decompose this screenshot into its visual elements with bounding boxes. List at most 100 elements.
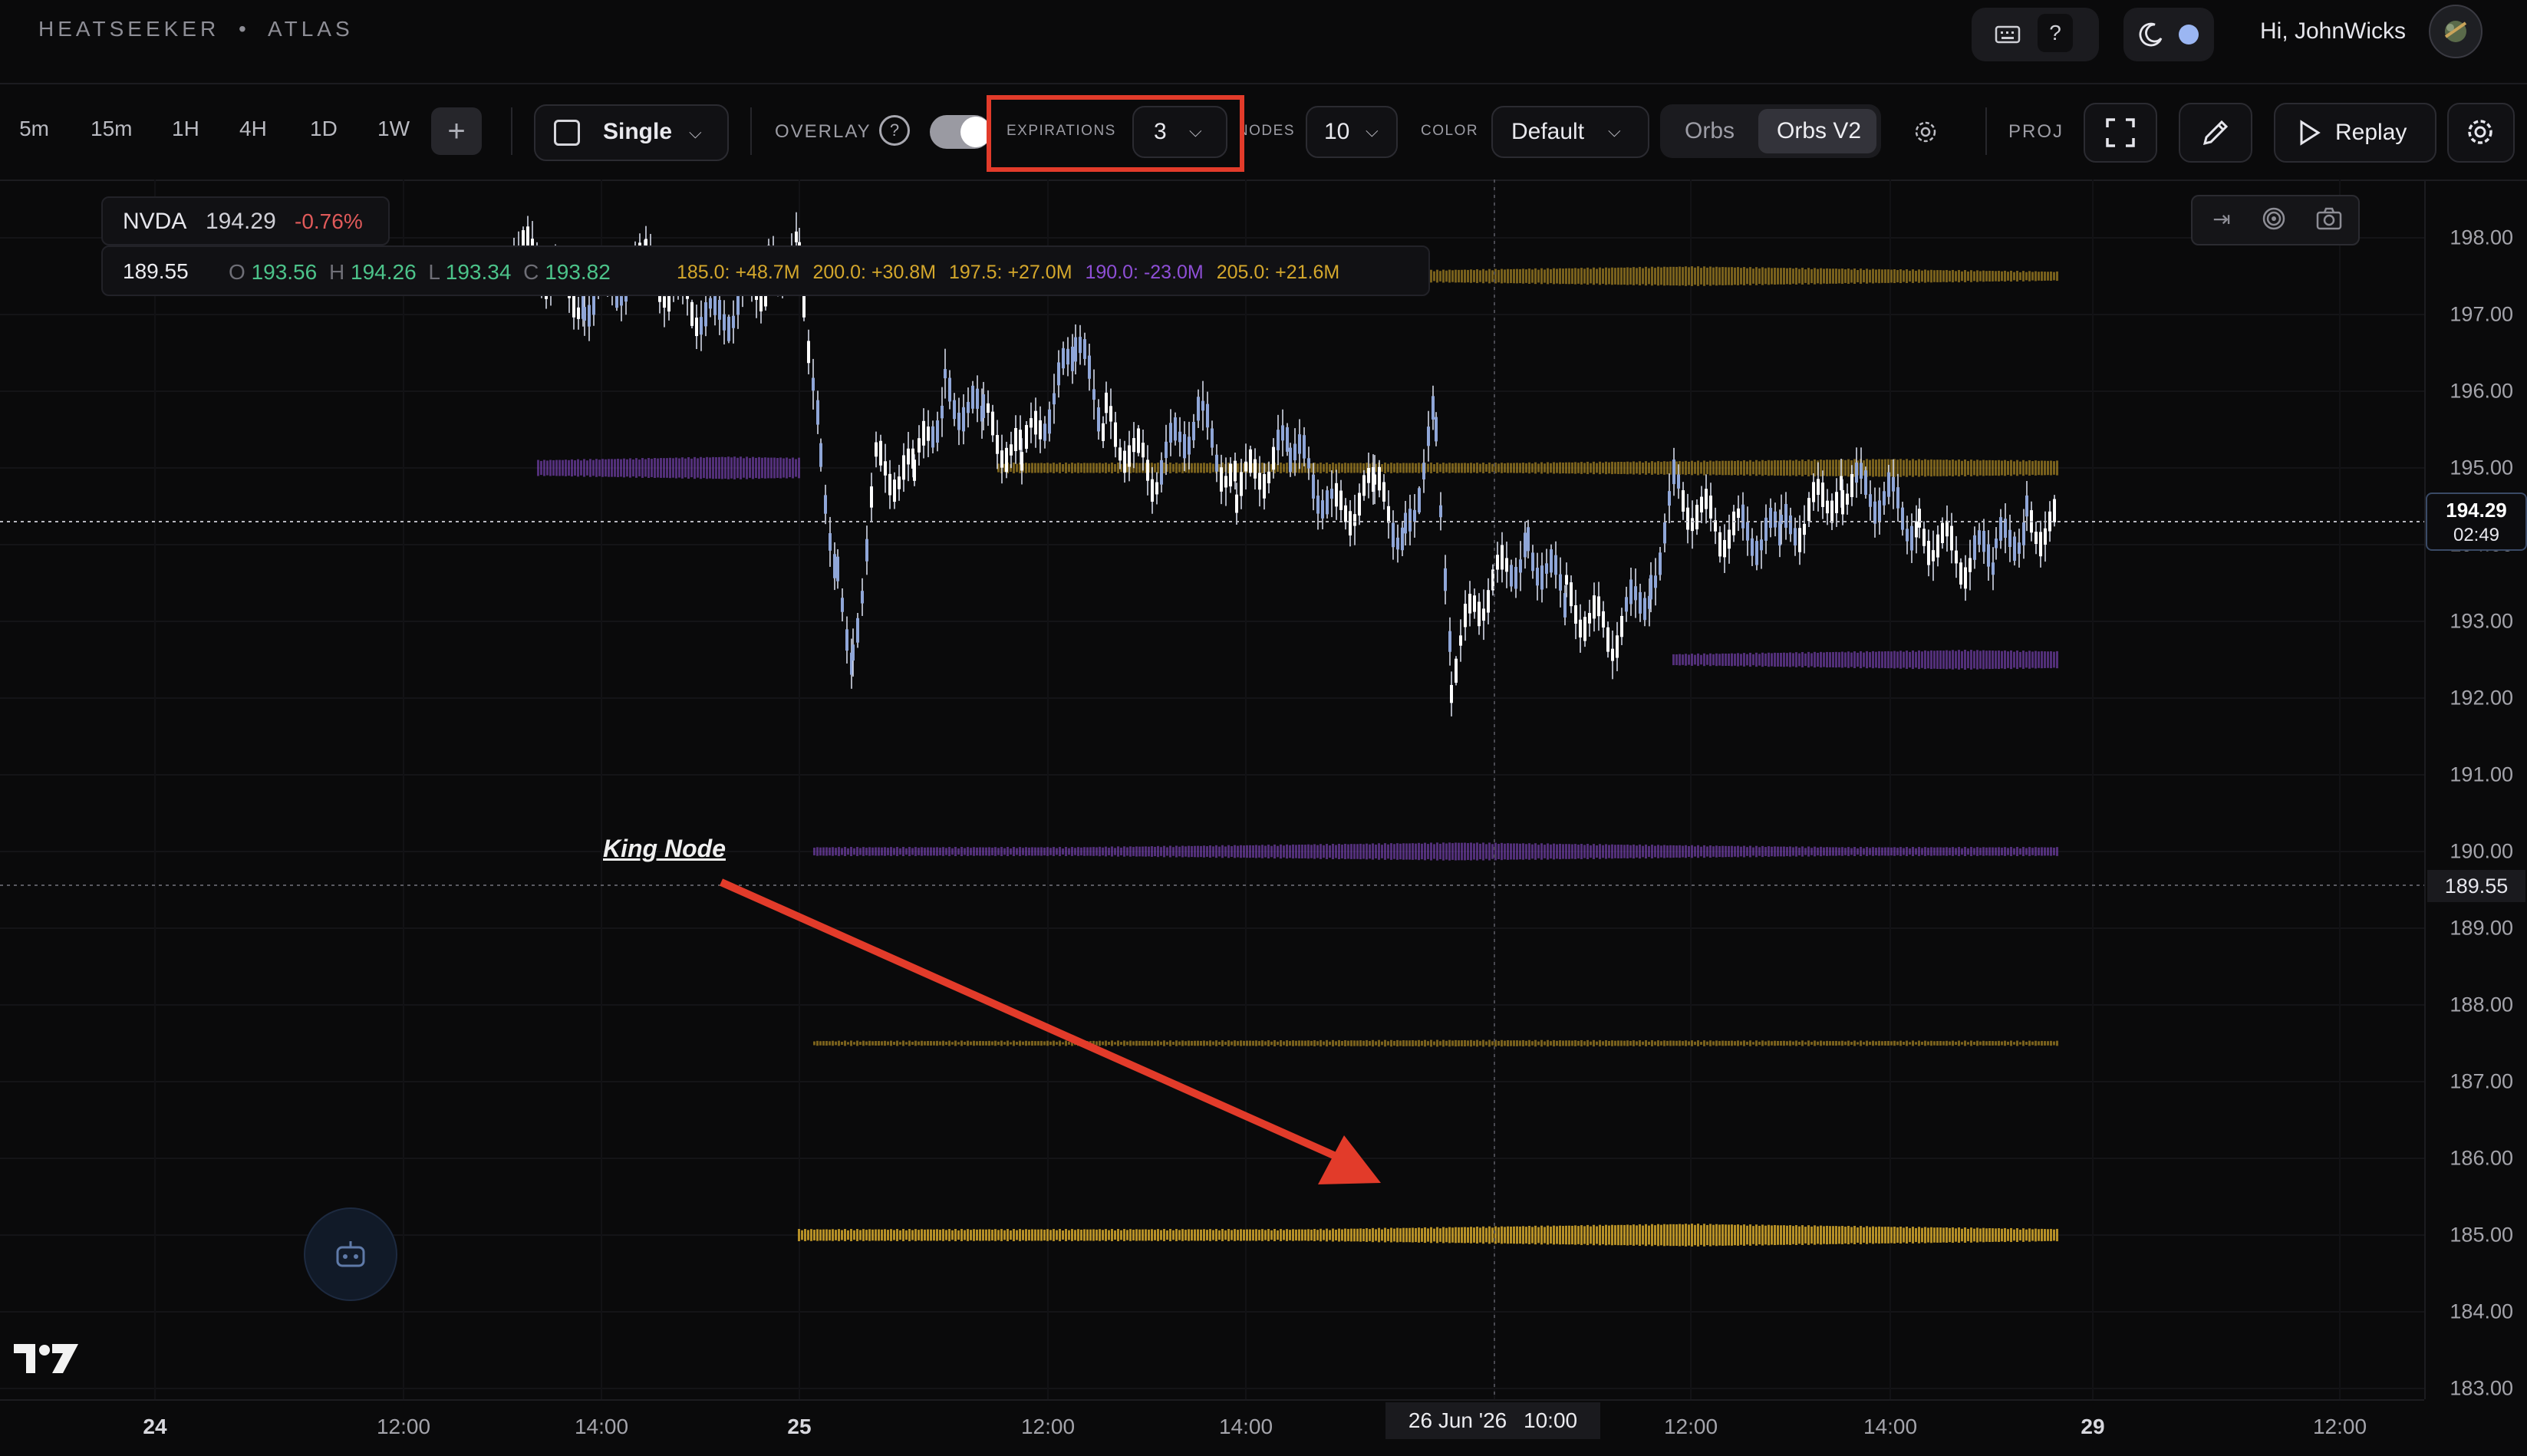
heat-band-bar [1737,1224,1739,1246]
heat-band-bar [1436,463,1438,473]
heat-band-bar [1826,268,1828,285]
overlay-help-icon[interactable]: ? [879,115,910,146]
heat-band-bar [1768,652,1770,667]
heat-band-bar [1396,1227,1399,1243]
heat-band-bar [1037,1229,1039,1241]
heat-band-bar [1479,1227,1481,1243]
color-select[interactable]: Default ⌵ [1491,106,1649,158]
timeframe-4h[interactable]: 4H [239,117,267,141]
timeframe-1d[interactable]: 1D [310,117,338,141]
heat-band-bar [1356,463,1359,473]
heat-band-bar [2004,270,2006,282]
heat-band-bar [1565,268,1567,285]
heat-band-bar [896,847,898,856]
heat-band-bar [2001,271,2003,282]
node-item: 205.0: +21.6M [1216,262,1340,283]
heat-band-bar [1835,1226,1837,1244]
heat-band-bar [1307,1040,1310,1046]
heat-band-bar [1286,1040,1288,1046]
candle-body [2025,495,2028,517]
settings-button[interactable] [2447,103,2515,163]
time-tick: 14:00 [1218,1415,1273,1438]
heat-band-bar [1807,651,1810,668]
heat-band-bar [1550,463,1552,473]
symbol-legend[interactable]: NVDA 194.29 -0.76% [101,196,390,245]
fullscreen-button[interactable] [2084,103,2157,163]
keyboard-icon[interactable] [1988,17,2027,52]
orbs-settings-gear-icon[interactable] [1909,115,1942,149]
heat-band-bar [1197,845,1199,858]
heat-band-bar [1593,1224,1595,1246]
heat-band-bar [1614,1040,1616,1046]
heat-band-bar [1488,463,1491,473]
heat-band-bar [1945,1227,1948,1243]
heat-band-bar [1985,271,1988,282]
heat-band-bar [871,1229,874,1241]
heat-band-bar [1448,1227,1451,1244]
heat-band-bar [1537,1041,1540,1046]
heat-band-bar [1918,847,1920,856]
scroll-to-latest-icon[interactable]: ⇥ [2199,201,2245,236]
heat-band-bar [1706,267,1708,285]
heat-band-bar [1277,1230,1279,1240]
heat-band-bar [905,848,908,855]
heat-band-bar [1227,1040,1230,1046]
heat-band-bar [1863,1227,1865,1244]
heat-band-bar [1945,847,1948,856]
target-icon[interactable] [2251,201,2297,236]
time-axis[interactable]: 24 12:00 14:00 25 12:00 14:00 12:00 14:0… [0,1399,2424,1456]
heat-band-bar [2041,271,2043,282]
timeframe-15m[interactable]: 15m [91,117,132,141]
heat-band-bar [970,1041,972,1046]
camera-icon[interactable] [2306,201,2352,236]
heat-band-bar [1921,270,1923,282]
overlay-toggle[interactable] [930,115,991,149]
heat-band-bar [571,459,573,477]
heat-band-bar [1350,1040,1352,1046]
orbs-tab[interactable]: Orbs [1685,118,1735,144]
orbs-v2-tab[interactable]: Orbs V2 [1758,109,1876,153]
timeframe-1w[interactable]: 1W [377,117,410,141]
heat-band-bar [684,458,687,478]
heat-band-bar [1550,1226,1552,1244]
heat-band-bar [1583,268,1586,284]
heat-band-bar [1393,1228,1395,1242]
heat-band-bar [1636,1041,1638,1046]
assistant-bot-button[interactable] [304,1207,397,1301]
chart-area[interactable]: ⇥ NVDA 194.29 -0.76% 189.55 O 193.56 H 1… [0,180,2424,1399]
heat-band-bar [1633,1224,1635,1246]
add-timeframe-button[interactable]: + [431,107,482,155]
nodes-select[interactable]: 10 ⌵ [1306,106,1398,158]
heat-band-bar [1761,460,1764,476]
price-axis[interactable]: 198.00 197.00 196.00 195.00 194.00 193.0… [2424,180,2527,1400]
heat-band-bar [1080,1229,1082,1241]
heat-band-bar [1857,652,1859,667]
timeframe-1h[interactable]: 1H [172,117,199,141]
heat-band-bar [2001,651,2003,669]
layout-select[interactable]: Single ⌵ [534,104,729,161]
candle-body [1936,534,1939,558]
candle-body [816,400,819,425]
heat-band-bar [1629,268,1632,285]
draw-button[interactable] [2179,103,2252,163]
heat-band-bar [1448,842,1451,861]
heat-band-bar [2007,1041,2009,1046]
candle-body [1639,591,1642,614]
heat-band-bar [1651,845,1653,858]
heat-band-bar [1679,1040,1681,1046]
heat-band-bar [2019,272,2021,281]
timeframe-5m[interactable]: 5m [14,117,49,141]
avatar[interactable] [2429,5,2483,58]
heat-band-bar [1700,1225,1702,1245]
heat-band-bar [712,456,714,479]
replay-button[interactable]: Replay [2274,103,2436,163]
heat-band-bar [1283,463,1285,473]
help-button[interactable]: ? [2038,14,2073,52]
heat-band-bar [1771,1041,1773,1046]
heat-band-bar [1817,847,1819,856]
heat-band-bar [1565,462,1567,474]
heat-band-bar [2047,272,2049,281]
heat-band-bar [1086,847,1089,856]
heat-band-bar [1936,1041,1939,1046]
expirations-select[interactable]: 3 ⌵ [1132,106,1227,158]
